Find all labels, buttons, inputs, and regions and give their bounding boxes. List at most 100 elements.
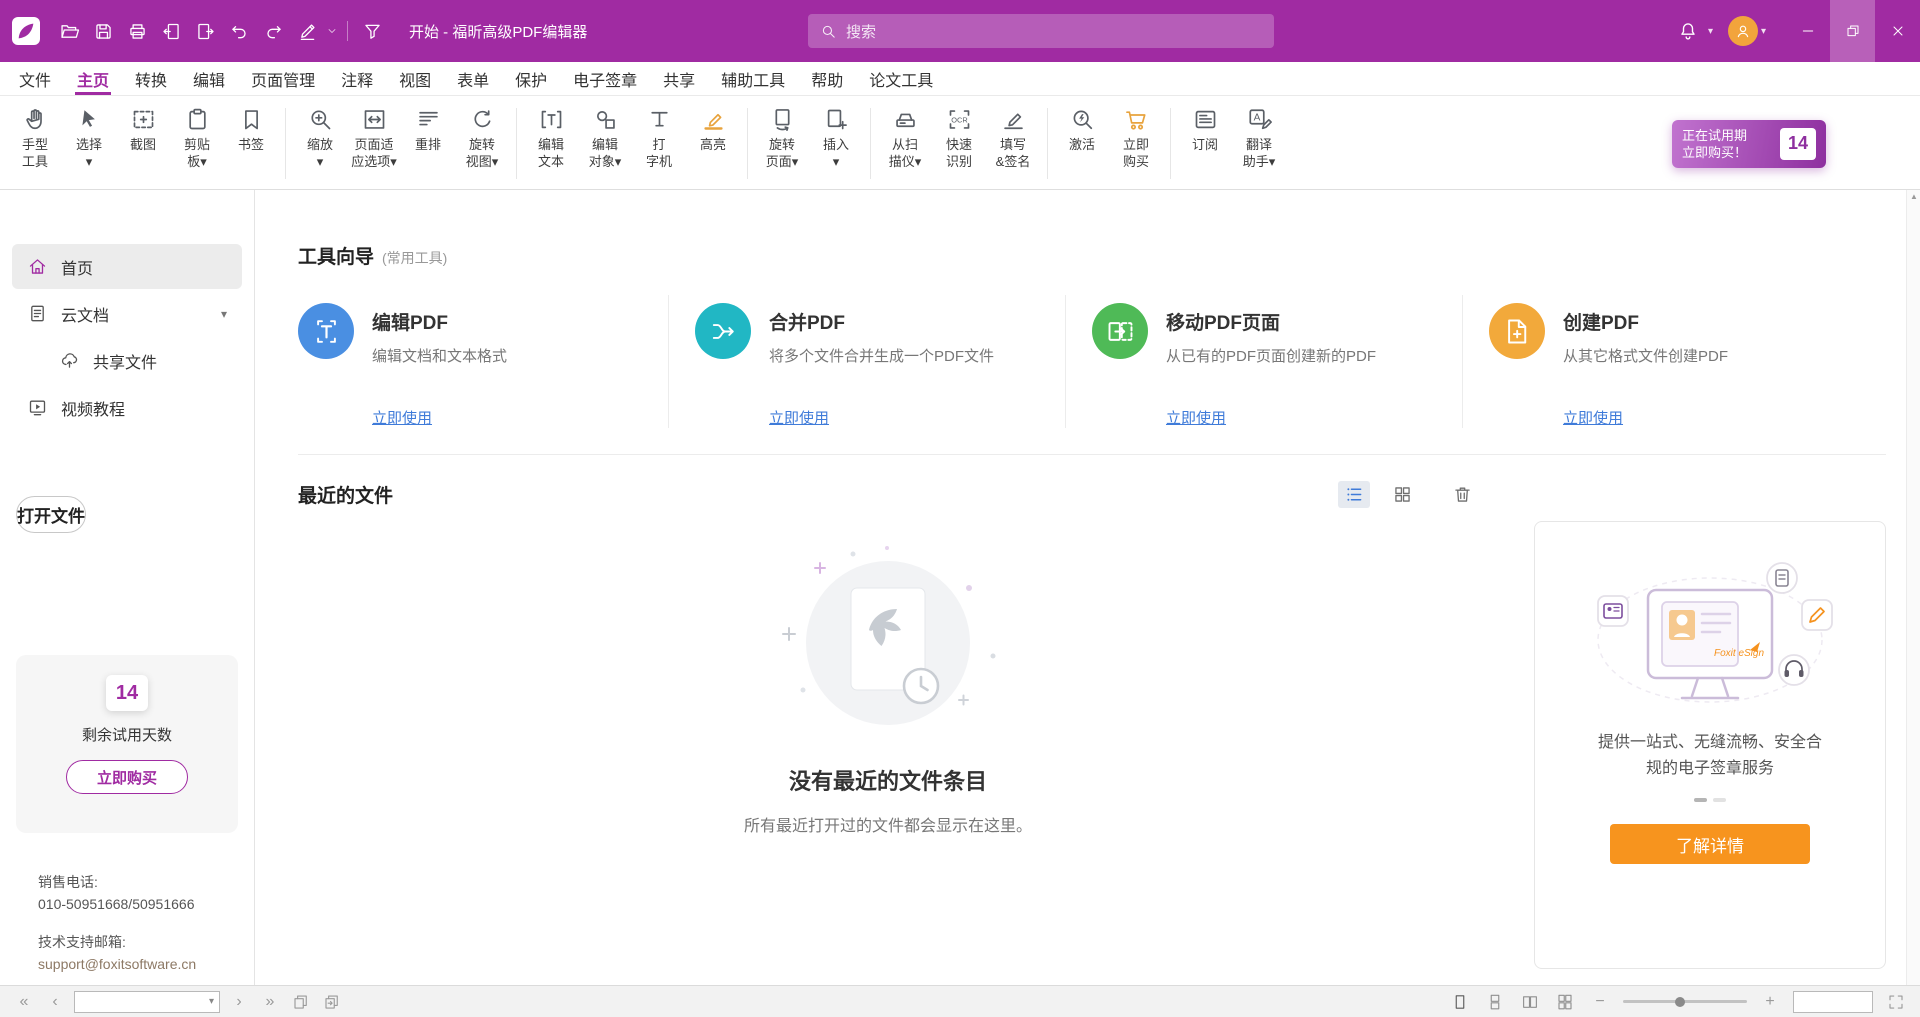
- scroll-up-icon[interactable]: ▲: [1907, 192, 1920, 201]
- open-file-button[interactable]: [52, 14, 86, 48]
- ribbon-scanner[interactable]: 从扫描仪▾: [878, 98, 932, 189]
- zoom-slider[interactable]: [1623, 990, 1747, 1014]
- ribbon-buy-now[interactable]: 立即购买: [1109, 98, 1163, 189]
- esign-tool-button[interactable]: [290, 14, 324, 48]
- single-page-view-button[interactable]: [1448, 990, 1472, 1014]
- carousel-dots[interactable]: [1694, 798, 1726, 802]
- facing-continuous-view-button[interactable]: [1553, 990, 1577, 1014]
- continuous-view-button[interactable]: [1483, 990, 1507, 1014]
- ribbon-activate[interactable]: 激活: [1055, 98, 1109, 189]
- zoom-slider-track[interactable]: [1623, 1000, 1747, 1003]
- buy-now-button[interactable]: 立即购买: [66, 760, 188, 794]
- zoom-value-input[interactable]: [1793, 991, 1873, 1013]
- content-scrollbar[interactable]: ▲: [1906, 190, 1920, 985]
- zoom-in-button[interactable]: +: [1758, 990, 1782, 1014]
- ribbon-fit-options[interactable]: 页面适应选项▾: [347, 98, 401, 189]
- ribbon-typewriter[interactable]: 打字机: [632, 98, 686, 189]
- tool-card-create-pdf[interactable]: 创建PDF 从其它格式文件创建PDF 立即使用: [1489, 295, 1886, 428]
- sidebar-item-shared-files[interactable]: 共享文件: [12, 338, 242, 383]
- menu-item-paper-tools[interactable]: 论文工具: [856, 62, 946, 95]
- menu-item-assist-tools[interactable]: 辅助工具: [708, 62, 798, 95]
- ribbon-translate[interactable]: A翻译助手▾: [1232, 98, 1286, 189]
- restore-button[interactable]: [1830, 0, 1875, 62]
- sidebar-item-video-tutorials[interactable]: 视频教程: [12, 385, 242, 430]
- sidebar-item-home[interactable]: 首页: [12, 244, 242, 289]
- menu-item-share[interactable]: 共享: [650, 62, 708, 95]
- tool-card-edit-pdf[interactable]: 编辑PDF 编辑文档和文本格式 立即使用: [298, 295, 669, 428]
- bell-caret-icon[interactable]: ▾: [1708, 26, 1713, 37]
- undo-button[interactable]: [222, 14, 256, 48]
- menu-item-edit[interactable]: 编辑: [180, 62, 238, 95]
- carousel-dot[interactable]: [1713, 798, 1726, 802]
- last-page-button[interactable]: »: [258, 990, 282, 1014]
- use-now-link[interactable]: 立即使用: [769, 407, 829, 428]
- use-now-link[interactable]: 立即使用: [372, 407, 432, 428]
- menu-item-file[interactable]: 文件: [6, 62, 64, 95]
- open-file-cta-button[interactable]: 打开文件: [16, 496, 86, 533]
- menu-item-view[interactable]: 视图: [386, 62, 444, 95]
- menu-item-home[interactable]: 主页: [64, 62, 122, 95]
- menu-item-esign[interactable]: 电子签章: [560, 62, 650, 95]
- tool-card-move-pdf-pages[interactable]: 移动PDF页面 从已有的PDF页面创建新的PDF 立即使用: [1092, 295, 1463, 428]
- menu-item-help[interactable]: 帮助: [798, 62, 856, 95]
- menu-item-page-manage[interactable]: 页面管理: [238, 62, 328, 95]
- clear-recent-button[interactable]: [1446, 481, 1478, 508]
- save-button[interactable]: [86, 14, 120, 48]
- ribbon-ocr[interactable]: OCR快速识别: [932, 98, 986, 189]
- first-page-button[interactable]: «: [12, 990, 36, 1014]
- ribbon-edit-text[interactable]: 编辑文本: [524, 98, 578, 189]
- export-doc-button[interactable]: [154, 14, 188, 48]
- notifications-button[interactable]: [1671, 14, 1705, 48]
- clipboard-pages-button[interactable]: [320, 990, 344, 1014]
- sidebar-item-cloud-docs[interactable]: 云文档 ▾: [12, 291, 242, 336]
- next-page-button[interactable]: ›: [227, 990, 251, 1014]
- prev-page-button[interactable]: ‹: [43, 990, 67, 1014]
- headset-badge-icon: [1779, 655, 1809, 685]
- ribbon-zoom[interactable]: 缩放▾: [293, 98, 347, 189]
- minimize-button[interactable]: [1785, 0, 1830, 62]
- print-button[interactable]: [120, 14, 154, 48]
- ribbon-hand-tool[interactable]: 手型工具: [8, 98, 62, 189]
- list-view-button[interactable]: [1338, 481, 1370, 508]
- zoom-out-button[interactable]: −: [1588, 990, 1612, 1014]
- fullscreen-button[interactable]: [1884, 990, 1908, 1014]
- ribbon-bookmark[interactable]: 书签: [224, 98, 278, 189]
- carousel-dot-active[interactable]: [1694, 798, 1707, 802]
- redo-button[interactable]: [256, 14, 290, 48]
- ribbon-snapshot[interactable]: 截图: [116, 98, 170, 189]
- chevron-down-icon[interactable]: ▾: [221, 307, 227, 321]
- ribbon-select[interactable]: 选择▾: [62, 98, 116, 189]
- snapshot-pages-button[interactable]: [289, 990, 313, 1014]
- ribbon-rotate-view[interactable]: 旋转视图▾: [455, 98, 509, 189]
- page-number-input[interactable]: ▾: [74, 991, 220, 1013]
- zoom-slider-thumb[interactable]: [1675, 997, 1685, 1007]
- page-dropdown-caret-icon[interactable]: ▾: [209, 996, 214, 1007]
- tool-card-merge-pdf[interactable]: 合并PDF 将多个文件合并生成一个PDF文件 立即使用: [695, 295, 1066, 428]
- account-avatar[interactable]: [1728, 16, 1758, 46]
- ribbon-edit-object[interactable]: 编辑对象▾: [578, 98, 632, 189]
- ribbon-clipboard[interactable]: 剪贴板▾: [170, 98, 224, 189]
- esign-dropdown-button[interactable]: [324, 14, 340, 48]
- close-button[interactable]: [1875, 0, 1920, 62]
- ribbon-rotate-pages[interactable]: 旋转页面▾: [755, 98, 809, 189]
- support-email-link[interactable]: support@foxitsoftware.cn: [38, 953, 196, 975]
- menu-item-protect[interactable]: 保护: [502, 62, 560, 95]
- ribbon-insert[interactable]: 插入▾: [809, 98, 863, 189]
- menu-item-convert[interactable]: 转换: [122, 62, 180, 95]
- create-doc-button[interactable]: [188, 14, 222, 48]
- learn-more-button[interactable]: 了解详情: [1610, 824, 1810, 864]
- customize-toolbar-button[interactable]: [355, 14, 389, 48]
- ribbon-fill-sign[interactable]: 填写&签名: [986, 98, 1040, 189]
- trial-banner[interactable]: 正在试用期 立即购买！ 14: [1672, 120, 1826, 168]
- facing-view-button[interactable]: [1518, 990, 1542, 1014]
- search-input[interactable]: 搜索: [808, 14, 1274, 48]
- ribbon-reflow[interactable]: 重排: [401, 98, 455, 189]
- use-now-link[interactable]: 立即使用: [1166, 407, 1226, 428]
- use-now-link[interactable]: 立即使用: [1563, 407, 1623, 428]
- grid-view-button[interactable]: [1386, 481, 1418, 508]
- ribbon-highlight[interactable]: 高亮: [686, 98, 740, 189]
- account-caret-icon[interactable]: ▾: [1761, 26, 1766, 37]
- menu-item-comment[interactable]: 注释: [328, 62, 386, 95]
- ribbon-subscribe[interactable]: 订阅: [1178, 98, 1232, 189]
- menu-item-form[interactable]: 表单: [444, 62, 502, 95]
